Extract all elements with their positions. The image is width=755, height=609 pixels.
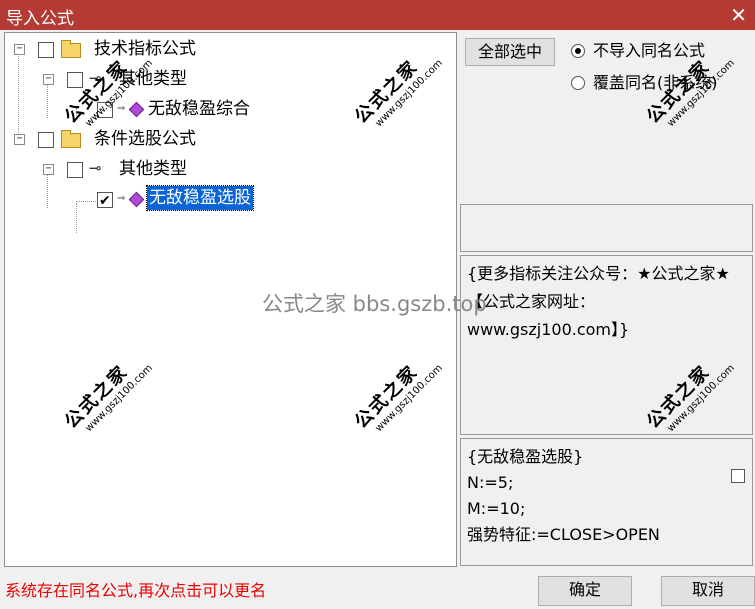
radio-unselected-icon[interactable]	[571, 76, 585, 90]
cancel-button[interactable]: 取消	[661, 576, 755, 606]
code-line: 强势特征:=CLOSE>OPEN	[467, 525, 660, 544]
collapse-icon[interactable]: −	[43, 74, 54, 85]
tree-node-label: 无敌稳盈综合	[148, 99, 250, 119]
tree-node-condition-stock[interactable]: − 条件选股公式	[5, 126, 305, 152]
code-checkbox[interactable]	[731, 469, 745, 483]
tree-node-label: 其他类型	[119, 69, 187, 89]
formula-tree[interactable]: − 技术指标公式 − ⊸ 其他类型 ⇒ 无敌稳盈综合 − 条件选股公式 − ⊸ …	[4, 32, 457, 567]
tree-node-technical-indicator[interactable]: − 技术指标公式	[5, 36, 305, 62]
radio-selected-icon[interactable]	[571, 44, 585, 58]
tree-node-label-selected: 无敌稳盈选股	[146, 185, 254, 211]
tree-node-label: 技术指标公式	[94, 39, 196, 59]
node-checkbox[interactable]	[67, 162, 83, 178]
description-text: {更多指标关注公众号：★公式之家★ 【公式之家网址：www.gszj100.co…	[467, 264, 730, 339]
formula-gem-icon	[128, 191, 145, 208]
arrow-icon: ⇒	[117, 193, 126, 204]
key-icon: ⊸	[89, 159, 102, 177]
node-checkbox[interactable]	[38, 132, 54, 148]
status-message: 系统存在同名公式,再次点击可以更名	[5, 581, 267, 600]
collapse-icon[interactable]: −	[14, 134, 25, 145]
node-checkbox[interactable]	[67, 72, 83, 88]
title-bar: 导入公式 ✕	[0, 0, 755, 30]
folder-icon	[61, 40, 81, 58]
tree-node-other-type-2[interactable]: − ⊸ 其他类型	[5, 156, 305, 182]
radio-label: 不导入同名公式	[593, 41, 706, 60]
tree-node-label: 条件选股公式	[94, 129, 196, 149]
formula-gem-icon	[128, 101, 145, 118]
tree-node-label: 其他类型	[119, 159, 187, 179]
node-checkbox[interactable]	[97, 102, 113, 118]
collapse-icon[interactable]: −	[14, 44, 25, 55]
collapse-icon[interactable]: −	[43, 164, 54, 175]
tree-node-formula-combo[interactable]: ⇒ 无敌稳盈综合	[5, 96, 305, 122]
node-checkbox-checked[interactable]	[97, 188, 113, 214]
key-icon: ⊸	[89, 69, 102, 87]
node-checkbox[interactable]	[38, 42, 54, 58]
tree-node-formula-select[interactable]: ⇒ 无敌稳盈选股	[5, 185, 305, 214]
radio-no-import[interactable]: 不导入同名公式	[571, 40, 751, 62]
code-text: {无敌稳盈选股} N:=5; M:=10; 强势特征:=CLOSE>OPEN	[467, 444, 737, 548]
radio-overwrite[interactable]: 覆盖同名(非系统)	[571, 72, 751, 94]
code-line: {无敌稳盈选股}	[467, 447, 584, 466]
empty-panel	[460, 204, 753, 252]
arrow-icon: ⇒	[117, 103, 126, 114]
code-line: N:=5;	[467, 473, 514, 492]
close-icon[interactable]: ✕	[730, 3, 747, 27]
radio-label: 覆盖同名(非系统)	[593, 73, 718, 92]
ok-button[interactable]: 确定	[538, 576, 632, 606]
tree-node-other-type-1[interactable]: − ⊸ 其他类型	[5, 66, 305, 92]
code-line: M:=10;	[467, 499, 526, 518]
folder-icon	[61, 130, 81, 148]
select-all-button[interactable]: 全部选中	[465, 38, 555, 66]
dialog-title: 导入公式	[6, 9, 74, 29]
